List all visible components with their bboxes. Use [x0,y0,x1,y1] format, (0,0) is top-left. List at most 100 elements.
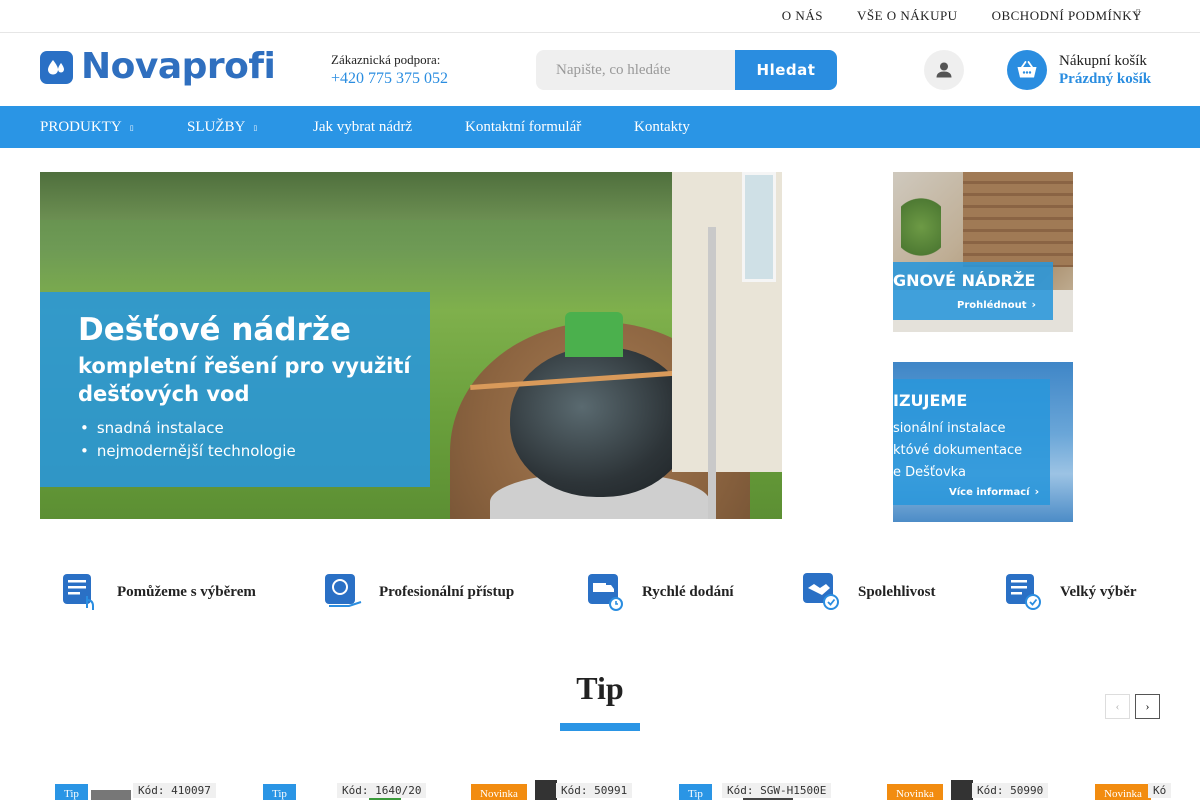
list-hand-icon [63,574,94,610]
carousel-next-button[interactable]: › [1135,694,1160,719]
product-badge: Tip [263,784,296,800]
chevron-right-icon: › [1145,699,1150,713]
award-hand-icon [325,574,362,607]
chevron-down-icon: ▯ [253,123,258,132]
customer-support: Zákaznická podpora: +420 775 375 052 [331,52,448,88]
feature-item: Profesionální přístup [323,572,514,612]
hero-bullet: snadná instalace [78,417,430,440]
cart-summary[interactable]: Nákupní košík Prázdný košík [1059,53,1151,88]
product-code: Kód: 50990 [972,783,1049,798]
side-banner-title: GNOVÉ NÁDRŽE [893,271,1036,290]
fence-image [963,172,1073,267]
user-icon [936,62,952,78]
product-image [535,780,557,800]
nav-item-label: SLUŽBY [187,119,246,135]
top-link-o-nas[interactable]: O NÁS [782,8,823,24]
side-banner-cta-label: Prohlédnout [957,300,1027,311]
search-button[interactable]: Hledat [735,50,837,90]
logo-text: Novaprofi [81,46,276,87]
support-label: Zákaznická podpora: [331,52,441,67]
feature-label: Profesionální přístup [379,583,515,600]
search-form: Hledat [536,50,837,90]
tip-underline [560,723,640,731]
product-card[interactable]: Tip Kód: 410097 [55,780,225,800]
product-badge: Tip [679,784,712,800]
side-banner-line: e Dešťovka [893,465,966,480]
top-link-obchodni-podminky[interactable]: OBCHODNÍ PODMÍNKY [992,8,1142,24]
side-banner-cta[interactable]: Více informací › [949,485,1039,498]
hero-banner[interactable]: Dešťové nádrže kompletní řešení pro využ… [40,172,782,519]
feature-item: Rychlé dodání [586,572,734,612]
feature-label: Velký výběr [1060,583,1137,600]
main-nav: PRODUKTY ▯ SLUŽBY ▯ Jak vybrat nádrž Konta… [0,106,1200,148]
support-phone-link[interactable]: +420 775 375 052 [331,70,448,88]
hero-downpipe [708,227,716,519]
basket-icon [1017,61,1037,78]
cart-label: Nákupní košík [1059,53,1147,69]
feature-item: Pomůžeme s výběrem [61,572,256,612]
product-badge: Novinka [471,784,527,800]
product-card[interactable]: Novinka Kód: 50990 [887,780,1057,800]
product-image [91,790,131,800]
product-badge: Novinka [1095,784,1151,800]
user-account-button[interactable] [924,50,964,90]
side-banner-title: IZUJEME [893,391,968,410]
feature-label: Rychlé dodání [642,583,734,600]
side-banner-installation[interactable]: IZUJEME sionální instalace któvé dokumen… [893,362,1073,522]
product-badge: Tip [55,784,88,800]
side-banner-line: sionální instalace [893,421,1006,436]
chevron-down-icon: ▯ [129,123,134,132]
side-banner-tanks[interactable]: GNOVÉ NÁDRŽE Prohlédnout › [893,172,1073,332]
product-code: Kód: 410097 [133,783,216,798]
hero-subtitle-line2: dešťových vod [78,382,250,406]
nav-item-produkty[interactable]: PRODUKTY ▯ [40,106,134,148]
chevron-left-icon: ‹ [1115,699,1120,713]
product-code: Kó [1148,783,1172,798]
top-links: O NÁS VŠE O NÁKUPU OBCHODNÍ PODMÍNKY [748,0,1142,32]
side-banner-cta-label: Více informací [949,487,1030,498]
hero-text-panel: Dešťové nádrže kompletní řešení pro využ… [40,292,430,487]
nav-item-sluzby[interactable]: SLUŽBY ▯ [187,106,257,148]
feature-item: Spolehlivost [802,572,936,612]
hero-title: Dešťové nádrže [78,312,351,348]
search-input[interactable] [536,50,735,90]
cart-button[interactable] [1007,50,1047,90]
nav-item-kontaktni-formular[interactable]: Kontaktní formulář [465,106,581,148]
hero-subtitle-line1: kompletní řešení pro využití [78,354,411,378]
feature-label: Pomůžeme s výběrem [117,583,256,600]
hero-window [742,172,776,282]
hero-tank-image [510,347,690,497]
cart-status: Prázdný košík [1059,71,1152,87]
delivery-truck-icon [588,574,623,611]
product-code: Kód: 1640/20 [337,783,427,798]
top-link-vse-o-nakupu[interactable]: VŠE O NÁKUPU [857,8,958,24]
header: Novaprofi Zákaznická podpora: +420 775 3… [0,33,1200,106]
hero-tank-lid [565,312,623,357]
side-banner-lines: sionální instalace któvé dokumentace e D… [893,418,1022,484]
product-card[interactable]: Tip Kód: SGW-H1500E [679,780,849,800]
product-badge: Novinka [887,784,943,800]
tip-section-title: Tip [576,670,624,706]
product-image [951,780,973,800]
top-bar: O NÁS VŠE O NÁKUPU OBCHODNÍ PODMÍNKY ▯ [0,0,1200,33]
product-card[interactable]: Novinka Kód: 50991 [471,780,641,800]
plant-image [901,192,941,262]
carousel-prev-button[interactable]: ‹ [1105,694,1130,719]
product-code: Kód: SGW-H1500E [722,783,832,798]
hero-bullets: snadná instalace nejmodernější technolog… [78,417,430,463]
product-card[interactable]: Tip Kód: 1640/20 [263,780,433,800]
more-icon[interactable]: ▯ [1136,7,1140,16]
checklist-icon [1006,574,1041,610]
side-banner-cta[interactable]: Prohlédnout › [957,298,1036,311]
logo-drop-icon [40,50,73,84]
nav-item-kontakty[interactable]: Kontakty [634,106,690,148]
side-banner-line: któvé dokumentace [893,443,1023,458]
handshake-icon [803,573,839,610]
nav-item-jak-vybrat-nadrz[interactable]: Jak vybrat nádrž [313,106,412,148]
feature-label: Spolehlivost [858,583,936,600]
side-banner-panel: IZUJEME sionální instalace któvé dokumen… [893,379,1050,505]
feature-item: Velký výběr [1004,572,1137,612]
logo[interactable]: Novaprofi [40,46,276,87]
product-card[interactable]: Novinka Kó [1095,780,1200,800]
product-code: Kód: 50991 [556,783,633,798]
